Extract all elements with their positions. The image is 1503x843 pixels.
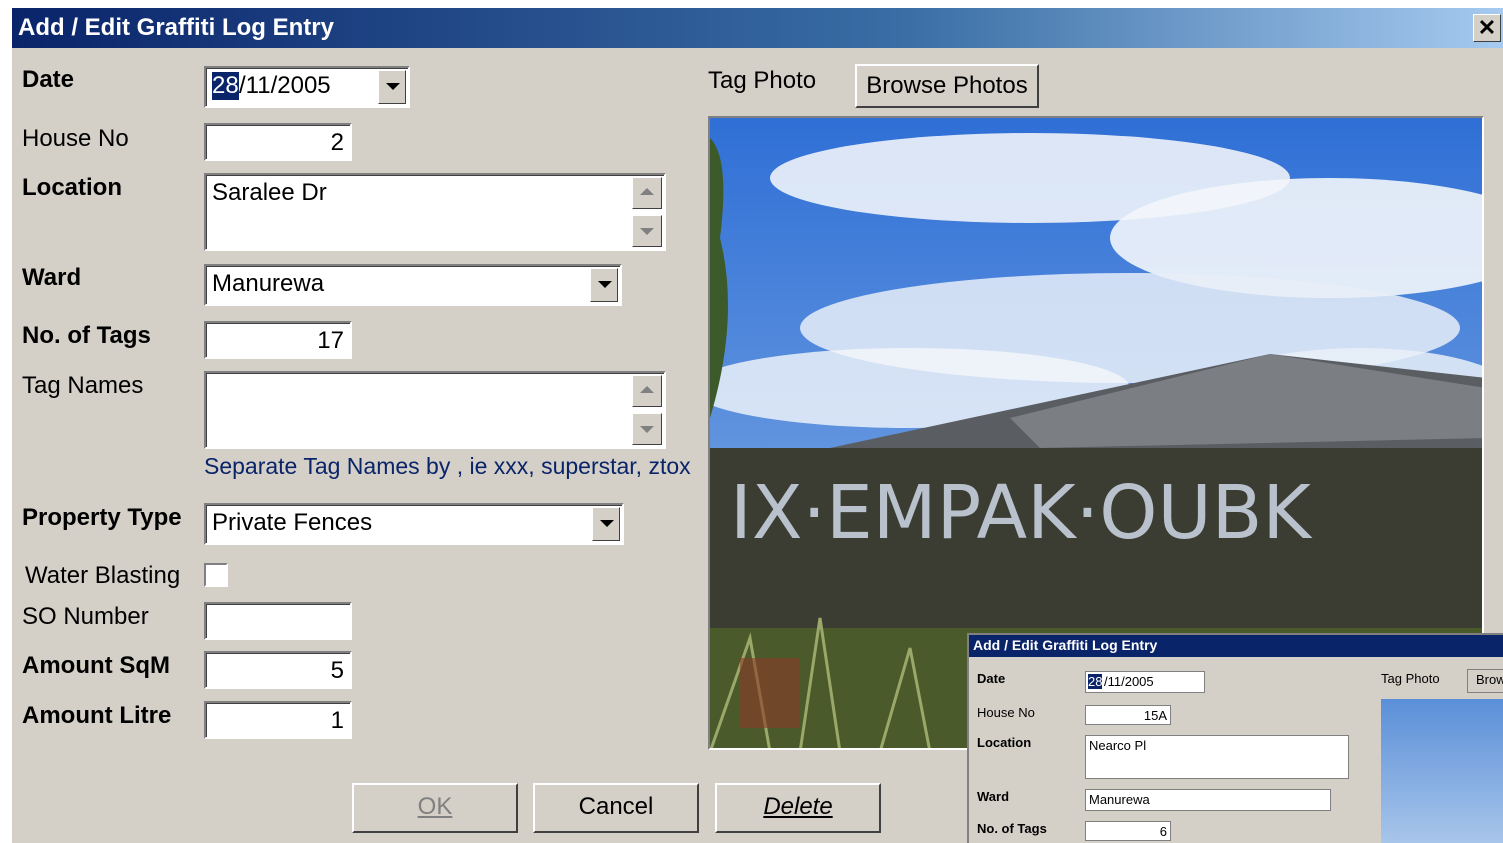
tag-names-textarea[interactable] bbox=[204, 371, 666, 449]
location-value: Saralee Dr bbox=[212, 179, 327, 206]
tag-names-scroll-down-button[interactable] bbox=[632, 413, 662, 445]
ok-button[interactable]: OK bbox=[352, 783, 518, 833]
date-rest: /11/2005 bbox=[239, 72, 331, 99]
ward-dropdown-button[interactable] bbox=[590, 268, 618, 302]
amount-litre-input[interactable]: 1 bbox=[204, 701, 352, 739]
delete-label: Delete bbox=[763, 793, 833, 820]
tag-photo-label: Tag Photo bbox=[708, 67, 817, 94]
inset-ward-field: Manurewa bbox=[1085, 789, 1331, 811]
inset-location-label: Location bbox=[977, 735, 1032, 750]
close-button[interactable]: ✕ bbox=[1473, 14, 1501, 42]
inset-dialog-screenshot: Add / Edit Graffiti Log Entry Date 28 /1… bbox=[967, 633, 1503, 843]
water-blasting-checkbox[interactable] bbox=[204, 563, 228, 587]
inset-tags-field: 6 bbox=[1085, 821, 1171, 841]
inset-location-field: Nearco Pl bbox=[1085, 735, 1349, 779]
house-no-input[interactable]: 2 bbox=[204, 123, 352, 161]
inset-date-field: 28 /11/2005 bbox=[1085, 671, 1205, 693]
amount-sqm-input[interactable]: 5 bbox=[204, 651, 352, 689]
location-scroll-up-button[interactable] bbox=[632, 177, 662, 209]
inset-date-rest: /11/2005 bbox=[1104, 674, 1154, 689]
water-blasting-label: Water Blasting bbox=[25, 562, 181, 589]
browse-photos-label: Browse Photos bbox=[866, 72, 1028, 99]
inset-house-no-field: 15A bbox=[1085, 705, 1171, 725]
window-title: Add / Edit Graffiti Log Entry bbox=[18, 14, 334, 41]
tags-input[interactable]: 17 bbox=[204, 321, 352, 359]
inset-browse-button: Brow bbox=[1467, 669, 1503, 693]
ward-select[interactable]: Manurewa bbox=[204, 264, 622, 306]
tag-names-scroll-up-button[interactable] bbox=[632, 375, 662, 407]
so-number-input[interactable] bbox=[204, 602, 352, 640]
delete-button[interactable]: Delete bbox=[715, 783, 881, 833]
inset-browse-label: Brow bbox=[1476, 672, 1503, 687]
location-textarea[interactable]: Saralee Dr bbox=[204, 173, 666, 251]
property-type-value: Private Fences bbox=[212, 509, 373, 536]
amount-sqm-value: 5 bbox=[330, 657, 344, 684]
inset-date-label: Date bbox=[977, 671, 1006, 686]
inset-title: Add / Edit Graffiti Log Entry bbox=[973, 637, 1158, 653]
location-scroll-down-button[interactable] bbox=[632, 215, 662, 247]
amount-litre-value: 1 bbox=[330, 707, 344, 734]
ward-value: Manurewa bbox=[212, 270, 325, 297]
ward-label: Ward bbox=[22, 264, 82, 291]
tag-names-hint: Separate Tag Names by , ie xxx, supersta… bbox=[204, 453, 691, 479]
inset-title-bar: Add / Edit Graffiti Log Entry bbox=[969, 635, 1503, 657]
property-type-label: Property Type bbox=[22, 504, 182, 531]
inset-photo-thumbnail bbox=[1381, 699, 1503, 843]
inset-ward-label: Ward bbox=[977, 789, 1010, 804]
date-picker[interactable]: 28 /11/2005 bbox=[204, 66, 410, 108]
tags-value: 17 bbox=[317, 327, 344, 354]
inset-date-day: 28 bbox=[1088, 674, 1103, 689]
so-number-label: SO Number bbox=[22, 603, 149, 630]
house-no-label: House No bbox=[22, 125, 129, 152]
graffiti-text: IX·EMPAK·OUBK bbox=[730, 470, 1313, 556]
property-type-select[interactable]: Private Fences bbox=[204, 503, 624, 545]
house-no-value: 2 bbox=[330, 129, 344, 156]
date-label: Date bbox=[22, 66, 75, 93]
cancel-label: Cancel bbox=[578, 793, 654, 820]
inset-tags-label: No. of Tags bbox=[977, 821, 1047, 836]
cancel-button[interactable]: Cancel bbox=[533, 783, 699, 833]
amount-litre-label: Amount Litre bbox=[22, 702, 172, 729]
tags-label: No. of Tags bbox=[22, 322, 151, 349]
inset-photo-label: Tag Photo bbox=[1381, 671, 1440, 686]
dialog-window: Add / Edit Graffiti Log Entry ✕ Date 28 … bbox=[10, 8, 1503, 843]
ok-label: OK bbox=[417, 793, 453, 820]
browse-photos-button[interactable]: Browse Photos bbox=[855, 64, 1039, 108]
inset-ward-value: Manurewa bbox=[1089, 792, 1150, 807]
date-day-selected: 28 bbox=[212, 72, 239, 100]
inset-house-no-label: House No bbox=[977, 705, 1035, 720]
property-type-dropdown-button[interactable] bbox=[592, 507, 620, 541]
title-bar[interactable]: Add / Edit Graffiti Log Entry ✕ bbox=[12, 8, 1503, 48]
date-dropdown-button[interactable] bbox=[378, 70, 406, 104]
inset-house-no-value: 15A bbox=[1143, 708, 1167, 723]
inset-tags-value: 6 bbox=[1159, 824, 1167, 839]
location-label: Location bbox=[22, 174, 122, 201]
inset-location-value: Nearco Pl bbox=[1089, 738, 1147, 753]
tag-names-label: Tag Names bbox=[22, 372, 144, 399]
amount-sqm-label: Amount SqM bbox=[22, 652, 170, 679]
